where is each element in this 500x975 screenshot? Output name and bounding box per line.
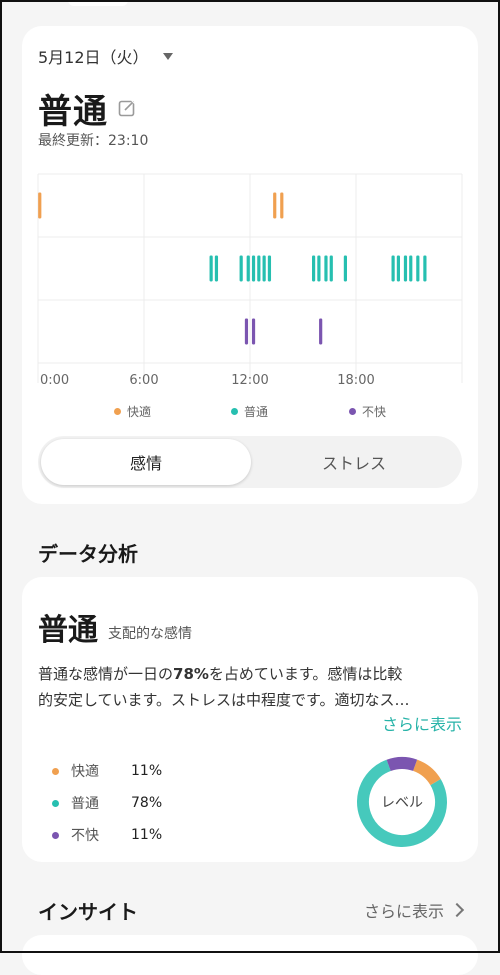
tab-stress[interactable]: ストレス	[249, 439, 459, 485]
legend-dot	[231, 408, 238, 415]
stat-label: 快適	[71, 764, 99, 780]
emotion-mark	[317, 255, 321, 282]
emotion-mark	[251, 255, 256, 282]
emotion-mark	[214, 255, 219, 282]
summary-percent: 78%	[173, 665, 209, 683]
data-analysis-heading: データ分析	[38, 542, 138, 566]
stat-dot	[52, 831, 59, 839]
analysis-summary: 普通な感情が一日の78%を占めています。感情は比較 的安定しています。ストレスは…	[38, 661, 462, 713]
previous-card-edge	[68, 0, 128, 6]
emotion-mark	[246, 255, 250, 282]
legend-dot	[114, 408, 121, 415]
emotion-mark	[257, 255, 261, 282]
insight-heading: インサイト	[38, 900, 138, 924]
emotion-mark	[251, 318, 256, 345]
tab-emotion[interactable]: 感情	[41, 439, 251, 485]
mood-title: 普通	[38, 92, 108, 132]
emotion-mark	[244, 318, 249, 345]
emotion-mark	[319, 318, 323, 345]
emotion-mark	[262, 255, 266, 282]
chevron-right-icon	[449, 902, 465, 918]
emotion-donut-chart: レベル	[357, 757, 447, 847]
analysis-card: 普通 支配的な感情 普通な感情が一日の78%を占めています。感情は比較 的安定し…	[22, 577, 478, 862]
emotion-mark	[416, 255, 420, 282]
insight-card	[22, 935, 478, 975]
legend-label: 不快	[362, 405, 387, 419]
dominant-mood-label: 支配的な感情	[108, 626, 192, 642]
stat-dot	[52, 767, 59, 775]
legend-label: 快適	[127, 405, 152, 419]
summary-line-2: 的安定しています。ストレスは中程度です。適切なス…	[38, 691, 410, 709]
emotion-mark	[343, 255, 347, 282]
emotion-mark	[409, 255, 413, 282]
summary-prefix: 普通な感情が一日の	[38, 665, 174, 683]
emotion-mark	[396, 255, 400, 282]
stat-row-comfortable: 快適 11%	[52, 761, 162, 781]
x-tick-label: 6:00	[129, 373, 158, 388]
last-updated: 最終更新：23:10	[38, 133, 149, 149]
emotion-timeline-chart: 0:00 6:00 12:00 18:00	[37, 173, 463, 388]
emotion-mark	[273, 192, 277, 219]
x-tick-label: 18:00	[337, 373, 374, 388]
stat-row-normal: 普通 78%	[52, 793, 162, 813]
stat-percent: 11%	[131, 763, 163, 779]
donut-center-label: レベル	[381, 795, 423, 811]
stat-percent: 78%	[131, 795, 163, 811]
insight-show-more-label: さらに表示	[363, 902, 444, 921]
insight-show-more[interactable]: さらに表示	[363, 898, 465, 922]
x-tick-label: 12:00	[231, 373, 268, 388]
show-more-link[interactable]: さらに表示	[382, 711, 462, 735]
stat-label: 不快	[71, 828, 99, 844]
stat-dot	[52, 799, 59, 807]
mood-card: 5月12日（火） 普通 最終更新：23:10 0:00 6:00 12:00 18:0…	[22, 26, 478, 504]
caret-down-icon	[162, 52, 173, 60]
emotion-mark	[267, 255, 272, 282]
emotion-mark	[391, 255, 395, 282]
emotion-mark	[280, 192, 284, 219]
emotion-mark	[209, 255, 213, 282]
emotion-mark	[423, 255, 427, 282]
stat-label: 普通	[71, 796, 99, 812]
edit-icon[interactable]	[118, 99, 136, 117]
date-selector[interactable]: 5月12日（火）	[38, 44, 173, 68]
emotion-mark	[239, 255, 243, 282]
view-toggle: 感情 ストレス	[38, 436, 462, 488]
legend-dot	[349, 408, 356, 415]
legend-item-comfortable: 快適	[114, 403, 151, 420]
x-tick-label: 0:00	[40, 373, 69, 388]
date-label: 5月12日（火）	[38, 48, 149, 67]
legend-item-normal: 普通	[231, 403, 268, 420]
emotion-mark	[403, 255, 408, 282]
dominant-mood: 普通	[38, 613, 98, 648]
stat-row-uncomfortable: 不快 11%	[52, 825, 162, 845]
legend-item-uncomfortable: 不快	[349, 403, 386, 420]
summary-suffix: を占めています。感情は比較	[208, 665, 403, 683]
emotion-mark	[324, 255, 328, 282]
emotion-mark	[38, 192, 42, 219]
emotion-mark	[329, 255, 333, 282]
stat-percent: 11%	[131, 827, 163, 843]
legend-label: 普通	[244, 405, 269, 419]
emotion-mark	[312, 255, 316, 282]
